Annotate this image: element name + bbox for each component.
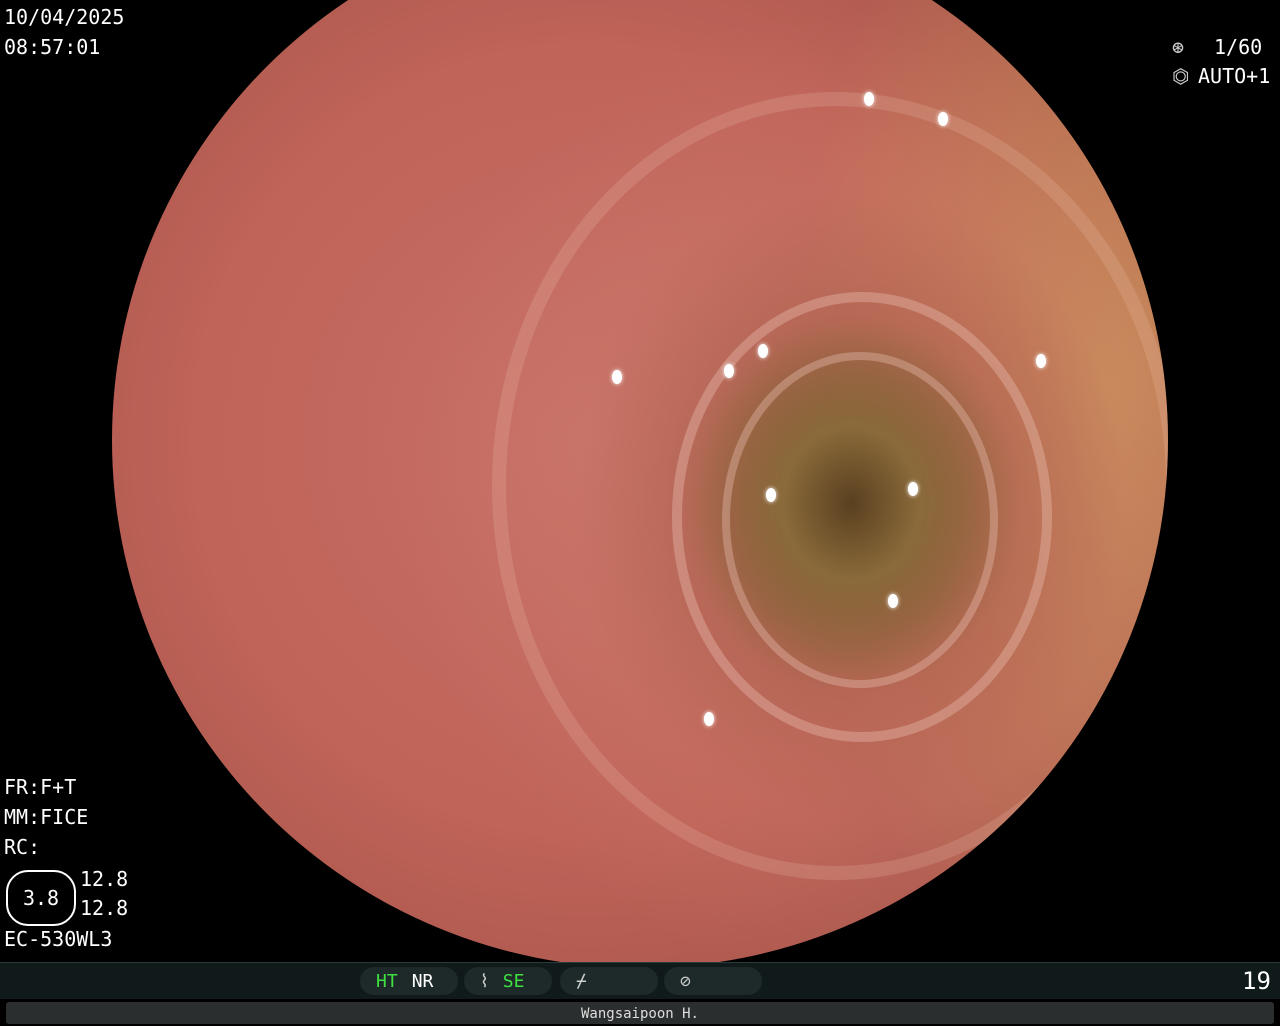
signal-group: ⌿ bbox=[560, 967, 658, 995]
iris-mode: AUTO+1 bbox=[1198, 64, 1271, 88]
endoscopy-view bbox=[112, 0, 1168, 968]
record-icon: ⊘ bbox=[680, 970, 691, 992]
light-reflection bbox=[888, 594, 898, 608]
fr-setting: FR:F+T bbox=[4, 775, 77, 799]
light-reflection bbox=[766, 488, 776, 502]
shutter-icon: ⊛ bbox=[1172, 35, 1185, 59]
signal-icon: ⌿ bbox=[576, 970, 587, 992]
record-group: ⊘ bbox=[664, 967, 762, 995]
light-reflection bbox=[908, 482, 918, 496]
zoom-badge: 3.8 bbox=[6, 870, 76, 926]
iris-icon: ⏣ bbox=[1172, 64, 1190, 88]
shutter-speed: 1/60 bbox=[1214, 35, 1263, 59]
exam-time: 08:57:01 bbox=[4, 35, 101, 59]
exam-date: 10/04/2025 bbox=[4, 5, 125, 29]
light-reflection bbox=[704, 712, 714, 726]
light-reflection bbox=[1036, 354, 1046, 368]
se-indicator: SE bbox=[502, 970, 525, 992]
value-top: 12.8 bbox=[80, 867, 129, 891]
ht-nr-group: HT NR bbox=[360, 967, 458, 995]
frame-count: 19 bbox=[1242, 967, 1271, 995]
light-reflection bbox=[864, 92, 874, 106]
status-bar: HT NR ⌇ SE ⌿ ⊘ 19 bbox=[0, 962, 1280, 999]
rc-setting: RC: bbox=[4, 835, 41, 859]
mm-setting: MM:FICE bbox=[4, 805, 89, 829]
ht-indicator: HT bbox=[376, 970, 398, 992]
scope-model: EC-530WL3 bbox=[4, 927, 113, 951]
nr-indicator: NR bbox=[411, 970, 434, 992]
value-bottom: 12.8 bbox=[80, 896, 129, 920]
lumen-fold bbox=[492, 92, 1168, 880]
enhance-icon: ⌇ bbox=[480, 970, 489, 992]
light-reflection bbox=[758, 344, 768, 358]
light-reflection bbox=[612, 370, 622, 384]
operator-name: Wangsaipoon H. bbox=[6, 1002, 1274, 1024]
enhance-group: ⌇ SE bbox=[464, 967, 552, 995]
light-reflection bbox=[938, 112, 948, 126]
light-reflection bbox=[724, 364, 734, 378]
